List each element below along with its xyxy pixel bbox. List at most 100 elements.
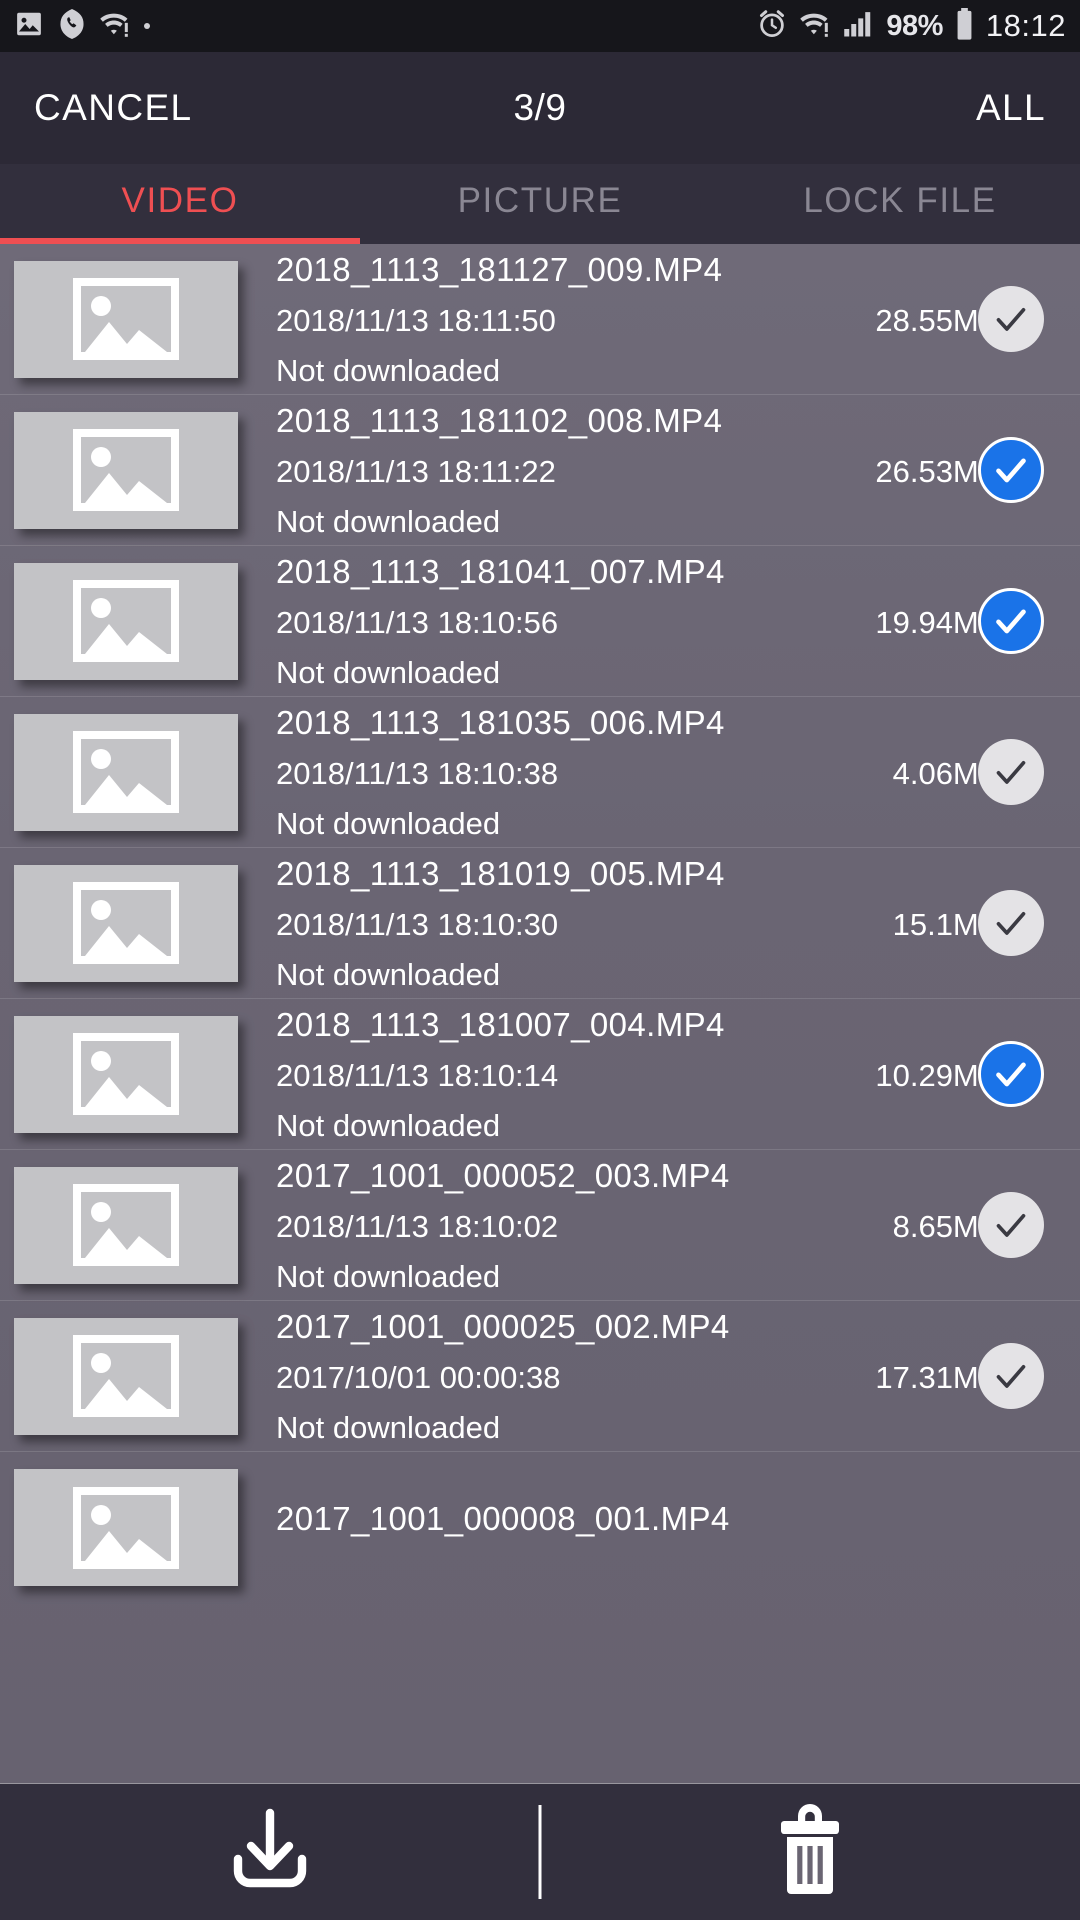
image-placeholder-icon [73, 580, 179, 662]
status-bar-right-icons: 98% 18:12 [744, 7, 1066, 45]
file-info: 2018_1113_181007_004.MP4 2018/11/13 18:10… [238, 1008, 1080, 1141]
file-name: 2018_1113_181102_008.MP4 [276, 401, 723, 439]
wifi-alert-icon [800, 10, 830, 43]
checkbox-selected[interactable] [978, 1041, 1044, 1107]
file-name: 2017_1001_000008_001.MP4 [276, 1499, 730, 1537]
wifi-alert-icon [100, 10, 130, 43]
file-download-status: Not downloaded [276, 1258, 501, 1294]
file-thumbnail [14, 260, 238, 378]
check-icon [991, 752, 1031, 792]
file-meta-row: 2018/11/13 18:11:50 28.55Mb [276, 305, 1080, 336]
file-download-status: Not downloaded [276, 503, 501, 539]
checkbox-unselected[interactable] [978, 286, 1044, 352]
file-list[interactable]: 2018_1113_181127_009.MP4 2018/11/13 18:11… [0, 244, 1080, 1783]
file-download-status: Not downloaded [276, 1409, 501, 1445]
check-icon [991, 1054, 1031, 1094]
image-placeholder-icon [73, 1033, 179, 1115]
bottom-action-bar [0, 1783, 1080, 1920]
file-row[interactable]: 2018_1113_181019_005.MP4 2018/11/13 18:10… [0, 848, 1080, 999]
file-date: 2018/11/13 18:11:22 [276, 453, 556, 489]
select-all-button[interactable]: ALL [976, 87, 1046, 129]
file-date: 2017/10/01 00:00:38 [276, 1359, 561, 1395]
clock-label: 18:12 [985, 8, 1066, 43]
file-download-status: Not downloaded [276, 1107, 501, 1143]
file-name: 2017_1001_000052_003.MP4 [276, 1156, 730, 1194]
status-bar: 98% 18:12 [0, 0, 1080, 52]
check-icon [991, 903, 1031, 943]
trash-icon [768, 1802, 852, 1903]
checkbox-selected[interactable] [978, 437, 1044, 503]
image-placeholder-icon [73, 429, 179, 511]
checkbox-unselected[interactable] [978, 890, 1044, 956]
file-info: 2018_1113_181035_006.MP4 2018/11/13 18:10… [238, 706, 1080, 839]
file-date: 2018/11/13 18:10:02 [276, 1208, 559, 1244]
file-meta-row: 2017/10/01 00:00:38 17.31Mb [276, 1362, 1080, 1393]
file-thumbnail [14, 1015, 238, 1133]
file-date: 2018/11/13 18:10:56 [276, 604, 559, 640]
check-icon [991, 299, 1031, 339]
check-icon [991, 601, 1031, 641]
image-placeholder-icon [73, 1184, 179, 1266]
file-thumbnail [14, 713, 238, 831]
file-row[interactable]: 2018_1113_181102_008.MP4 2018/11/13 18:11… [0, 395, 1080, 546]
check-icon [991, 450, 1031, 490]
file-row[interactable]: 2018_1113_181127_009.MP4 2018/11/13 18:11… [0, 244, 1080, 395]
file-row[interactable]: 2017_1001_000008_001.MP4 [0, 1452, 1080, 1603]
image-icon [14, 9, 44, 44]
image-placeholder-icon [73, 1486, 179, 1569]
tab-lock-file[interactable]: LOCK FILE [720, 164, 1080, 244]
file-meta-row: 2018/11/13 18:10:56 19.94Mb [276, 607, 1080, 638]
file-date: 2018/11/13 18:10:38 [276, 755, 559, 791]
image-placeholder-icon [73, 882, 179, 964]
check-icon [991, 1356, 1031, 1396]
file-meta-row: 2018/11/13 18:10:02 8.65Mb [276, 1211, 1080, 1242]
file-date: 2018/11/13 18:10:30 [276, 906, 559, 942]
signal-icon [843, 10, 873, 43]
file-info: 2018_1113_181127_009.MP4 2018/11/13 18:11… [238, 253, 1080, 386]
delete-button[interactable] [540, 1784, 1080, 1920]
download-icon [222, 1807, 318, 1898]
checkbox-unselected[interactable] [978, 1343, 1044, 1409]
tab-bar: VIDEO PICTURE LOCK FILE [0, 164, 1080, 244]
file-info: 2018_1113_181102_008.MP4 2018/11/13 18:11… [238, 404, 1080, 537]
status-bar-left-icons [14, 8, 164, 44]
file-download-status: Not downloaded [276, 956, 501, 992]
file-thumbnail [14, 1166, 238, 1284]
file-meta-row: 2018/11/13 18:10:30 15.1Mb [276, 909, 1080, 940]
checkbox-unselected[interactable] [978, 1192, 1044, 1258]
image-placeholder-icon [73, 278, 179, 360]
file-thumbnail [14, 562, 238, 680]
file-download-status: Not downloaded [276, 654, 501, 690]
file-row[interactable]: 2017_1001_000025_002.MP4 2017/10/01 00:00… [0, 1301, 1080, 1452]
checkbox-selected[interactable] [978, 588, 1044, 654]
toolbar-divider [538, 1805, 542, 1899]
image-placeholder-icon [73, 731, 179, 813]
file-thumbnail [14, 1317, 238, 1435]
file-row[interactable]: 2018_1113_181007_004.MP4 2018/11/13 18:10… [0, 999, 1080, 1150]
file-info: 2017_1001_000025_002.MP4 2017/10/01 00:00… [238, 1310, 1080, 1443]
file-info: 2018_1113_181041_007.MP4 2018/11/13 18:10… [238, 555, 1080, 688]
cancel-button[interactable]: CANCEL [34, 87, 193, 129]
file-date: 2018/11/13 18:11:50 [276, 302, 556, 338]
file-meta-row: 2018/11/13 18:11:22 26.53Mb [276, 456, 1080, 487]
download-button[interactable] [0, 1784, 540, 1920]
file-row[interactable]: 2018_1113_181041_007.MP4 2018/11/13 18:10… [0, 546, 1080, 697]
file-name: 2017_1001_000025_002.MP4 [276, 1307, 730, 1345]
file-row[interactable]: 2018_1113_181035_006.MP4 2018/11/13 18:10… [0, 697, 1080, 848]
checkbox-unselected[interactable] [978, 739, 1044, 805]
file-name: 2018_1113_181127_009.MP4 [276, 250, 723, 288]
file-name: 2018_1113_181019_005.MP4 [276, 854, 725, 892]
file-info: 2018_1113_181019_005.MP4 2018/11/13 18:10… [238, 857, 1080, 990]
tab-video[interactable]: VIDEO [0, 164, 360, 244]
file-row[interactable]: 2017_1001_000052_003.MP4 2018/11/13 18:10… [0, 1150, 1080, 1301]
alarm-icon [757, 9, 787, 44]
file-name: 2018_1113_181035_006.MP4 [276, 703, 725, 741]
file-info: 2017_1001_000052_003.MP4 2018/11/13 18:10… [238, 1159, 1080, 1292]
dot-icon [144, 23, 150, 29]
file-thumbnail [14, 1469, 238, 1586]
phone-icon [58, 8, 86, 44]
file-thumbnail [14, 411, 238, 529]
tab-picture[interactable]: PICTURE [360, 164, 720, 244]
file-name: 2018_1113_181041_007.MP4 [276, 552, 725, 590]
top-action-bar: CANCEL 3/9 ALL [0, 52, 1080, 164]
